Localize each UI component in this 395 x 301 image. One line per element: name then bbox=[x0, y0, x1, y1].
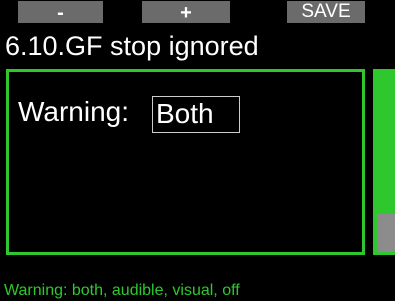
decrease-button[interactable]: - bbox=[18, 1, 103, 24]
warning-label: Warning: bbox=[18, 96, 130, 127]
warning-value-field[interactable]: Both bbox=[152, 96, 240, 133]
scrollbar-thumb[interactable] bbox=[377, 214, 395, 252]
help-text: Warning: both, audible, visual, off bbox=[4, 282, 240, 299]
softkey-bar: - + SAVE bbox=[0, 0, 395, 24]
page-title: 6.10.GF stop ignored bbox=[5, 31, 259, 61]
save-button[interactable]: SAVE bbox=[287, 1, 365, 23]
scrollbar[interactable] bbox=[373, 69, 395, 255]
increase-button[interactable]: + bbox=[142, 1, 230, 24]
settings-panel: Warning: Both bbox=[6, 69, 365, 255]
